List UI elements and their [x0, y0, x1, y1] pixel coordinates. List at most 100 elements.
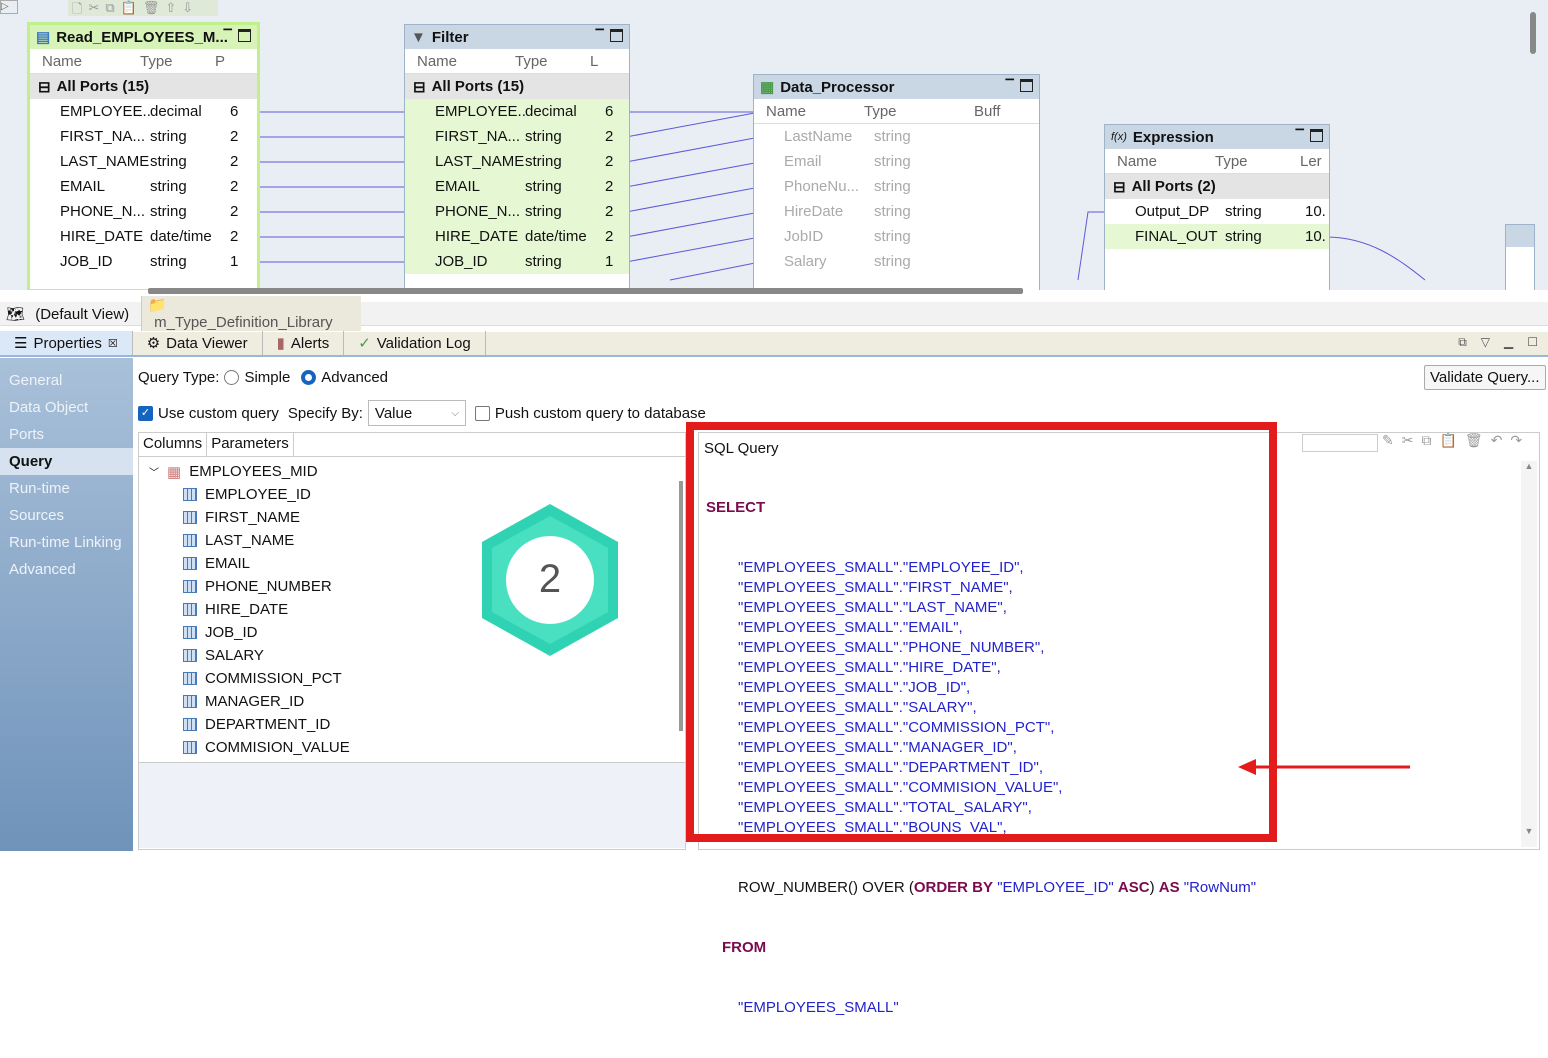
sidebar-item-ports[interactable]: Ports — [0, 421, 133, 448]
column-header-name[interactable]: Name — [405, 53, 515, 70]
port-row[interactable]: LAST_NAME string 2 — [405, 149, 629, 174]
tree-item[interactable]: COMMISSION_PCT — [139, 667, 685, 690]
specify-by-select[interactable]: Value ⌵ — [367, 400, 466, 426]
column-header-name[interactable]: Name — [754, 103, 864, 120]
sidebar-item-data-object[interactable]: Data Object — [0, 394, 133, 421]
chevron-down-icon[interactable]: ﹀ — [149, 464, 159, 479]
sidebar-item-general[interactable]: General — [0, 367, 133, 394]
data-processor-object[interactable]: ▦ Data_Processor ▔ Name Type Buff LastName st… — [753, 74, 1040, 290]
port-row[interactable]: LastName string — [754, 124, 1039, 149]
port-row[interactable]: HIRE_DATE date/time 2 — [30, 224, 257, 249]
tab-data-viewer[interactable]: ⚙ Data Viewer — [133, 331, 263, 355]
target-object[interactable] — [1505, 224, 1535, 290]
horizontal-scrollbar[interactable] — [148, 288, 1023, 294]
minimize-icon[interactable]: ▁ — [1504, 335, 1513, 350]
close-icon[interactable]: ☒ — [108, 337, 118, 350]
view-menu-icon[interactable]: ▽ — [1481, 335, 1490, 350]
sidebar-item-query[interactable]: Query — [0, 448, 133, 475]
push-query-label[interactable]: Push custom query to database — [495, 405, 706, 422]
tree-item[interactable]: MANAGER_ID — [139, 690, 685, 713]
sidebar-item-sources[interactable]: Sources — [0, 502, 133, 529]
simple-label[interactable]: Simple — [244, 369, 290, 386]
sql-search-field[interactable] — [1302, 434, 1378, 452]
tree-item[interactable]: DEPARTMENT_ID — [139, 713, 685, 736]
read-employees-object[interactable]: ▤ Read_EMPLOYEES_M... ▔ Name Type P ⊟ All Por… — [27, 22, 260, 290]
push-query-checkbox[interactable] — [474, 405, 490, 421]
port-group[interactable]: All Ports (15) — [432, 78, 525, 95]
tree-item[interactable]: COMMISION_VALUE — [139, 736, 685, 759]
column-header-precision[interactable]: P — [215, 53, 225, 70]
maximize-icon[interactable] — [1020, 79, 1033, 92]
new-window-icon[interactable]: ⧉ — [1458, 335, 1467, 350]
port-row[interactable]: Email string — [754, 149, 1039, 174]
sql-scrollbar[interactable]: ▲ ▼ — [1521, 461, 1537, 847]
column-header-name[interactable]: Name — [1105, 153, 1215, 170]
tab-alerts[interactable]: ▮ Alerts — [263, 331, 345, 355]
port-row[interactable]: JOB_ID string 1 — [405, 249, 629, 274]
vertical-scrollbar[interactable] — [1530, 12, 1536, 54]
tab-parameters[interactable]: Parameters — [207, 433, 294, 456]
column-header-buffer[interactable]: Buff — [974, 103, 1000, 120]
port-group[interactable]: All Ports (15) — [57, 78, 150, 95]
tree-scrollbar[interactable] — [679, 481, 683, 731]
port-row[interactable]: EMAIL string 2 — [30, 174, 257, 199]
redo-icon[interactable]: ↷ — [1510, 432, 1522, 449]
tab-default-view[interactable]: 🗺 (Default View) — [0, 305, 141, 323]
use-custom-query-label[interactable]: Use custom query — [158, 405, 279, 422]
column-header-type[interactable]: Type — [515, 53, 590, 70]
port-row[interactable]: FINAL_OUT string 10. — [1105, 224, 1329, 249]
column-header-type[interactable]: Type — [864, 103, 974, 120]
port-row[interactable]: PhoneNu... string — [754, 174, 1039, 199]
minimize-icon[interactable]: ▔ — [224, 29, 232, 42]
maximize-icon[interactable] — [610, 29, 623, 42]
collapse-icon[interactable]: ⊟ — [38, 78, 51, 96]
paste-icon[interactable]: 📋 — [1439, 432, 1456, 449]
column-header-name[interactable]: Name — [30, 53, 140, 70]
maximize-icon[interactable]: ☐ — [1527, 335, 1538, 350]
advanced-radio[interactable] — [301, 370, 317, 385]
port-row[interactable]: LAST_NAME string 2 — [30, 149, 257, 174]
port-row[interactable]: EMAIL string 2 — [405, 174, 629, 199]
maximize-icon[interactable] — [1310, 129, 1323, 142]
port-row[interactable]: Output_DP string 10. — [1105, 199, 1329, 224]
port-row[interactable]: FIRST_NA... string 2 — [30, 124, 257, 149]
cut-icon[interactable]: ✂ — [1402, 432, 1414, 449]
minimize-icon[interactable]: ▔ — [1296, 129, 1304, 142]
sidebar-item-advanced[interactable]: Advanced — [0, 556, 133, 583]
advanced-label[interactable]: Advanced — [321, 369, 388, 386]
port-row[interactable]: PHONE_N... string 2 — [30, 199, 257, 224]
column-header-type[interactable]: Type — [1215, 153, 1300, 170]
sidebar-item-run-time[interactable]: Run-time — [0, 475, 133, 502]
tab-validation-log[interactable]: ✓ Validation Log — [344, 331, 486, 355]
mapping-canvas[interactable]: ▷ 🗋 ✂ ⧉ 📋 🗑 ⇧ ⇩ ▤ Read_EMPLOYEES_M... ▔ Name Type… — [0, 0, 1548, 290]
minimize-icon[interactable]: ▔ — [596, 29, 604, 42]
collapse-icon[interactable]: ⊟ — [1113, 178, 1126, 196]
tab-mapping[interactable]: 📁 m_Type_Definition_Library — [141, 296, 362, 331]
minimize-icon[interactable]: ▔ — [1006, 79, 1014, 92]
simple-radio[interactable] — [224, 370, 240, 385]
sidebar-item-run-time-linking[interactable]: Run-time Linking — [0, 529, 133, 556]
expression-object[interactable]: f(x) Expression ▔ Name Type Ler ⊟ All Ports (… — [1104, 124, 1330, 290]
port-row[interactable]: HireDate string — [754, 199, 1039, 224]
delete-icon[interactable]: 🗑 — [1465, 432, 1483, 449]
column-header-length[interactable]: L — [590, 53, 598, 70]
port-row[interactable]: FIRST_NA... string 2 — [405, 124, 629, 149]
format-icon[interactable]: ✎ — [1382, 432, 1394, 449]
maximize-icon[interactable] — [238, 29, 251, 42]
column-header-type[interactable]: Type — [140, 53, 215, 70]
undo-icon[interactable]: ↶ — [1491, 432, 1503, 449]
port-row[interactable]: PHONE_N... string 2 — [405, 199, 629, 224]
port-row[interactable]: EMPLOYEE... decimal 6 — [30, 99, 257, 124]
collapse-icon[interactable]: ⊟ — [413, 78, 426, 96]
port-row[interactable]: HIRE_DATE date/time 2 — [405, 224, 629, 249]
validate-query-button[interactable]: Validate Query... — [1424, 365, 1546, 390]
column-header-length[interactable]: Ler — [1300, 153, 1322, 170]
port-row[interactable]: Salary string — [754, 249, 1039, 274]
tree-root[interactable]: ﹀ ▦ EMPLOYEES_MID — [139, 460, 685, 483]
port-row[interactable]: JOB_ID string 1 — [30, 249, 257, 274]
tab-properties[interactable]: ☰ Properties ☒ — [0, 331, 133, 355]
port-row[interactable]: JobID string — [754, 224, 1039, 249]
port-group[interactable]: All Ports (2) — [1132, 178, 1216, 195]
port-row[interactable]: EMPLOYEE... decimal 6 — [405, 99, 629, 124]
tab-columns[interactable]: Columns — [139, 433, 208, 456]
